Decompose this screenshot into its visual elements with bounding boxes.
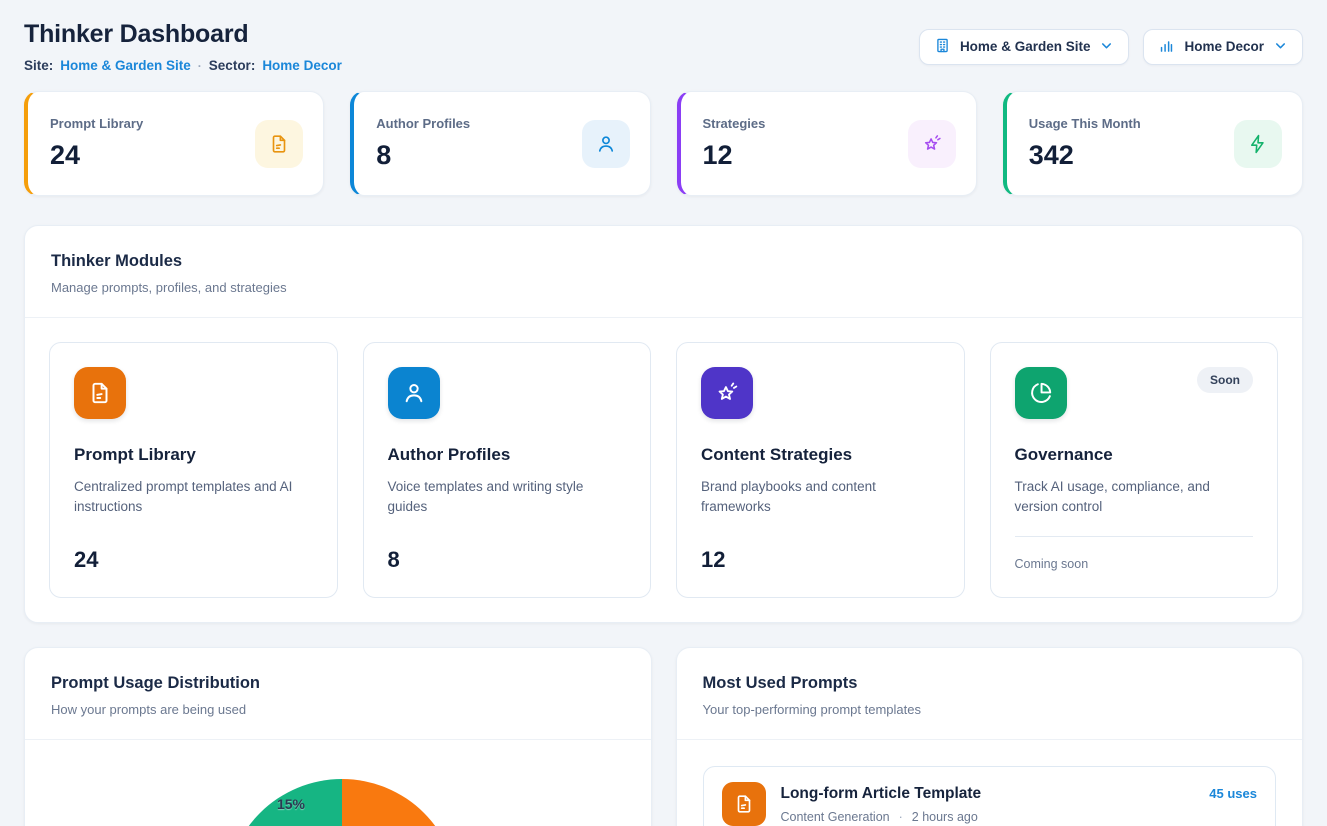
- page-title: Thinker Dashboard: [24, 20, 342, 49]
- stat-label: Prompt Library: [50, 116, 143, 131]
- chevron-down-icon: [1099, 38, 1114, 56]
- file-text-icon: [74, 367, 126, 419]
- module-title: Author Profiles: [388, 445, 627, 465]
- stat-value: 342: [1029, 140, 1141, 171]
- module-footer: Coming soon: [1015, 536, 1254, 573]
- bar-chart-icon: [1158, 37, 1175, 57]
- prompt-list-item[interactable]: Long-form Article Template 45 uses Conte…: [703, 766, 1277, 826]
- stat-card-prompt-library: Prompt Library 24: [24, 91, 324, 196]
- dot-separator: ·: [198, 59, 202, 73]
- stat-value: 12: [703, 140, 766, 171]
- module-card-governance[interactable]: Soon Governance Track AI usage, complian…: [990, 342, 1279, 598]
- module-description: Centralized prompt templates and AI inst…: [74, 477, 313, 518]
- stat-label: Author Profiles: [376, 116, 470, 131]
- most-used-prompts-panel: Most Used Prompts Your top-performing pr…: [676, 647, 1304, 826]
- stat-value: 8: [376, 140, 470, 171]
- usage-panel-subtitle: How your prompts are being used: [51, 702, 625, 717]
- stats-row: Prompt Library 24 Author Profiles 8 Stra…: [24, 91, 1303, 196]
- prompt-title: Long-form Article Template: [781, 785, 982, 803]
- stat-label: Usage This Month: [1029, 116, 1141, 131]
- sector-label: Sector:: [209, 58, 256, 73]
- prompts-list: Long-form Article Template 45 uses Conte…: [677, 740, 1303, 826]
- thinker-modules-panel: Thinker Modules Manage prompts, profiles…: [24, 225, 1303, 623]
- module-card-author-profiles[interactable]: Author Profiles Voice templates and writ…: [363, 342, 652, 598]
- file-text-icon: [722, 782, 766, 826]
- prompt-item-main: Long-form Article Template 45 uses Conte…: [781, 785, 1258, 824]
- module-description: Brand playbooks and content frameworks: [701, 477, 940, 518]
- prompt-category: Content Generation: [781, 810, 890, 824]
- stat-value: 24: [50, 140, 143, 171]
- sparkle-star-icon: [701, 367, 753, 419]
- modules-grid: Prompt Library Centralized prompt templa…: [25, 318, 1302, 622]
- breadcrumb: Site: Home & Garden Site · Sector: Home …: [24, 58, 342, 73]
- page-header: Thinker Dashboard Site: Home & Garden Si…: [24, 20, 1303, 73]
- divider: [1015, 536, 1254, 537]
- header-actions: Home & Garden Site Home Decor: [919, 29, 1303, 65]
- site-selector-label: Home & Garden Site: [960, 39, 1091, 54]
- usage-donut-chart: 15%: [226, 779, 458, 826]
- module-count: 12: [701, 547, 940, 573]
- stat-card-strategies: Strategies 12: [677, 91, 977, 196]
- module-description: Track AI usage, compliance, and version …: [1015, 477, 1254, 518]
- chevron-down-icon: [1273, 38, 1288, 56]
- bottom-row: Prompt Usage Distribution How your promp…: [24, 647, 1303, 826]
- stat-text: Usage This Month 342: [1029, 116, 1141, 171]
- stat-label: Strategies: [703, 116, 766, 131]
- module-top: [388, 367, 627, 419]
- module-title: Governance: [1015, 445, 1254, 465]
- sector-link[interactable]: Home Decor: [262, 58, 342, 73]
- prompt-meta: Content Generation · 2 hours ago: [781, 810, 1258, 824]
- dot-separator: ·: [899, 810, 903, 824]
- coming-soon-text: Coming soon: [1015, 557, 1089, 571]
- soon-badge: Soon: [1197, 367, 1253, 393]
- prompts-panel-title: Most Used Prompts: [703, 674, 1277, 693]
- module-card-prompt-library[interactable]: Prompt Library Centralized prompt templa…: [49, 342, 338, 598]
- prompt-uses-count: 45 uses: [1209, 786, 1257, 801]
- site-label: Site:: [24, 58, 53, 73]
- prompt-time: 2 hours ago: [912, 810, 978, 824]
- module-top: Soon: [1015, 367, 1254, 419]
- modules-panel-subtitle: Manage prompts, profiles, and strategies: [51, 280, 1276, 295]
- file-text-icon: [255, 120, 303, 168]
- sparkle-star-icon: [908, 120, 956, 168]
- site-selector-button[interactable]: Home & Garden Site: [919, 29, 1130, 65]
- module-count: 24: [74, 547, 313, 573]
- stat-text: Strategies 12: [703, 116, 766, 171]
- module-count: 8: [388, 547, 627, 573]
- site-link[interactable]: Home & Garden Site: [60, 58, 191, 73]
- stat-text: Author Profiles 8: [376, 116, 470, 171]
- usage-panel-header: Prompt Usage Distribution How your promp…: [25, 648, 651, 740]
- donut-segment-label: 15%: [266, 796, 316, 812]
- prompts-panel-header: Most Used Prompts Your top-performing pr…: [677, 648, 1303, 740]
- pie-chart-icon: [1015, 367, 1067, 419]
- zap-icon: [1234, 120, 1282, 168]
- module-title: Prompt Library: [74, 445, 313, 465]
- sector-selector-label: Home Decor: [1184, 39, 1264, 54]
- stat-card-author-profiles: Author Profiles 8: [350, 91, 650, 196]
- module-title: Content Strategies: [701, 445, 940, 465]
- stat-card-usage: Usage This Month 342: [1003, 91, 1303, 196]
- sector-selector-button[interactable]: Home Decor: [1143, 29, 1303, 65]
- module-top: [74, 367, 313, 419]
- building-icon: [934, 37, 951, 57]
- prompts-panel-subtitle: Your top-performing prompt templates: [703, 702, 1277, 717]
- module-card-content-strategies[interactable]: Content Strategies Brand playbooks and c…: [676, 342, 965, 598]
- stat-text: Prompt Library 24: [50, 116, 143, 171]
- usage-panel-title: Prompt Usage Distribution: [51, 674, 625, 693]
- modules-panel-header: Thinker Modules Manage prompts, profiles…: [25, 226, 1302, 318]
- prompt-title-row: Long-form Article Template 45 uses: [781, 785, 1258, 803]
- modules-panel-title: Thinker Modules: [51, 252, 1276, 271]
- header-text: Thinker Dashboard Site: Home & Garden Si…: [24, 20, 342, 73]
- module-description: Voice templates and writing style guides: [388, 477, 627, 518]
- user-icon: [388, 367, 440, 419]
- user-icon: [582, 120, 630, 168]
- module-top: [701, 367, 940, 419]
- usage-distribution-panel: Prompt Usage Distribution How your promp…: [24, 647, 652, 826]
